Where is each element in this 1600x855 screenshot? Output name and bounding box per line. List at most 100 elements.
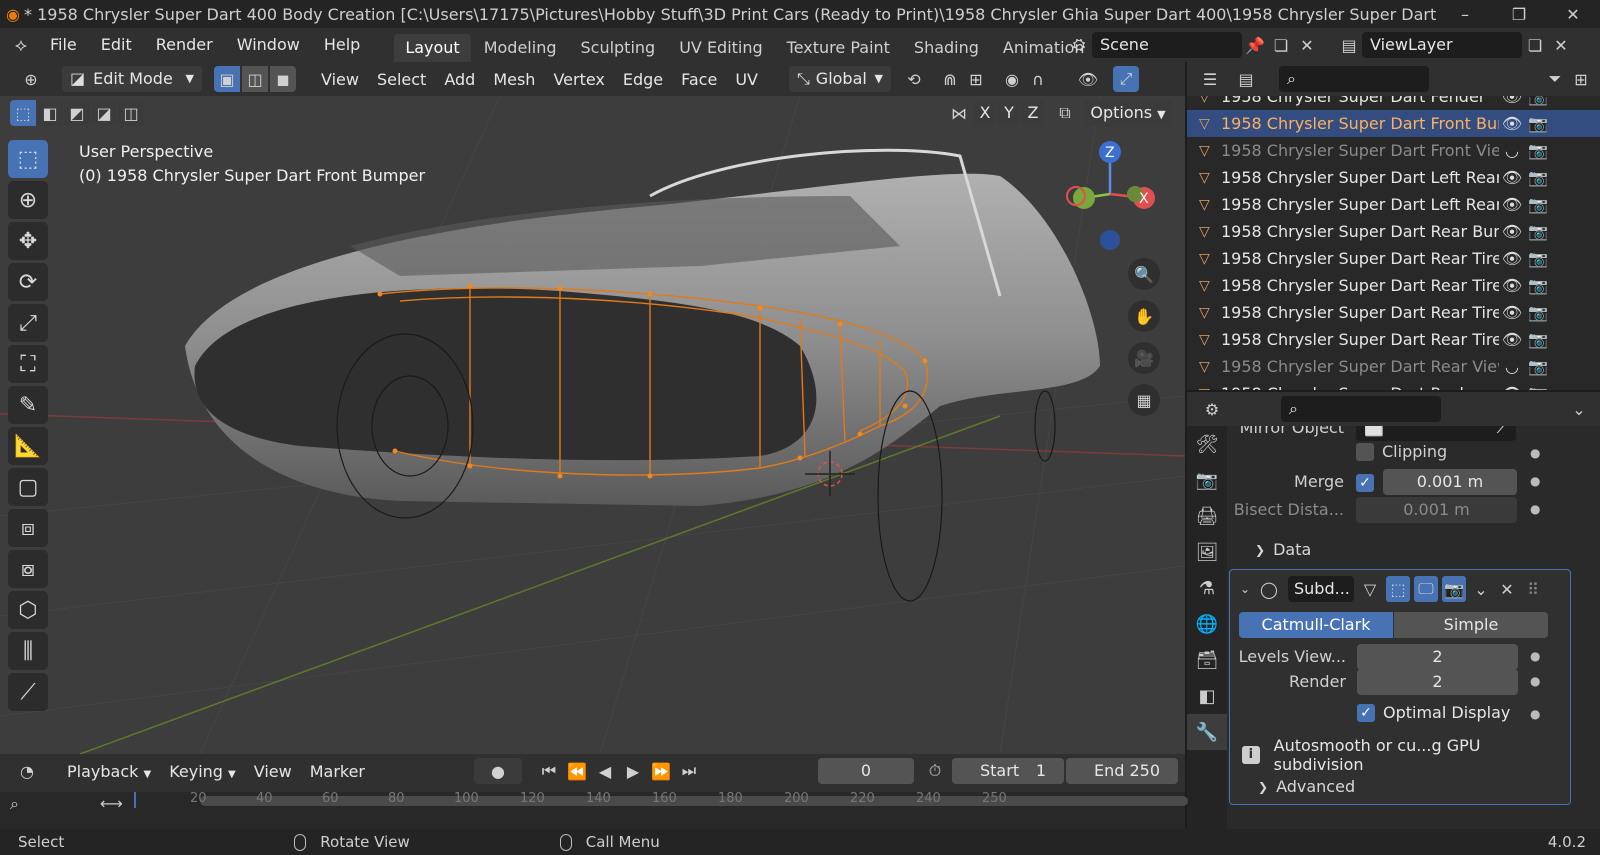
camera-icon[interactable]: 📷 (1525, 357, 1551, 376)
outliner-row[interactable]: ▽ 1958 Chrysler Super Dart Rear View ◡ 📷 (1187, 353, 1600, 380)
select-extend-icon[interactable]: ◧ (37, 100, 63, 126)
current-frame-field[interactable]: 0 (818, 758, 914, 784)
snap-icon[interactable]: ⋒ (937, 66, 963, 92)
measure-tool-icon[interactable]: 📐 (8, 427, 48, 465)
camera-icon[interactable]: 📷 (1525, 168, 1551, 187)
stopwatch-icon[interactable]: ⏱ (922, 758, 948, 784)
levels-viewport-field[interactable]: 2 (1357, 644, 1518, 670)
menu-mesh[interactable]: Mesh (484, 70, 544, 89)
add-cube-tool-icon[interactable]: ▢ (8, 468, 48, 506)
select-subtract-icon[interactable]: ◩ (64, 100, 90, 126)
perspective-grid-icon[interactable]: ▦ (1128, 384, 1160, 416)
chevron-down-icon[interactable]: ⌄ (1236, 576, 1254, 602)
pivot-point-icon[interactable]: ⟲ (901, 66, 927, 92)
extrude-tool-icon[interactable]: ⧈ (8, 509, 48, 547)
transform-tool-icon[interactable]: ⛶ (8, 345, 48, 383)
eye-icon[interactable]: 👁 (1499, 330, 1525, 349)
pin-icon[interactable]: 📌 (1242, 32, 1268, 58)
camera-icon[interactable]: 📷 (1525, 222, 1551, 241)
outliner-row[interactable]: ▽ 1958 Chrysler Super Dart Left Rear Quar… (1187, 191, 1600, 218)
menu-timeline-view[interactable]: View (245, 762, 301, 781)
delete-view-layer-icon[interactable]: ✕ (1548, 32, 1574, 58)
eye-icon[interactable]: 👁 (1499, 303, 1525, 322)
scene-icon[interactable]: ⛭ (1066, 32, 1092, 58)
camera-icon[interactable]: 📷 (1525, 330, 1551, 349)
eye-icon[interactable]: 👁 (1499, 114, 1525, 133)
outliner-editor-icon[interactable]: ☰ (1197, 66, 1223, 92)
drag-handle-icon[interactable]: ⠿ (1522, 576, 1544, 602)
menu-edit[interactable]: Edit (89, 28, 144, 62)
outliner-row[interactable]: ▽ 1958 Chrysler Super Dart Left Rear Quar… (1187, 164, 1600, 191)
tab-modeling[interactable]: Modeling (473, 34, 568, 62)
camera-icon[interactable]: 📷 (1525, 249, 1551, 268)
outliner-row[interactable]: ▽1958 Chrysler Super Dart Rocker👁📷 (1187, 380, 1600, 390)
jump-start-icon[interactable]: ⏮ (536, 758, 562, 784)
timeline-scrubber[interactable]: ⌕ ⟷ 20 40 60 80 100 120 140 160 180 200 220 240 250 (0, 791, 1188, 829)
properties-search-input[interactable]: ⌕ (1281, 396, 1441, 422)
filter-icon[interactable]: ⏷ (1542, 66, 1568, 92)
keyframe-dot-icon[interactable]: ● (1530, 446, 1540, 460)
close-window-button[interactable]: ✕ (1546, 5, 1600, 24)
new-collection-icon[interactable]: ⊞ (1568, 66, 1594, 92)
outliner-row[interactable]: ▽ 1958 Chrysler Super Dart Front Bumper👁📷 (1187, 110, 1600, 137)
bisect-distance-field[interactable]: 0.001 m (1356, 497, 1517, 523)
eye-icon[interactable]: 👁 (1499, 96, 1525, 106)
start-frame-field[interactable]: Start 1 (952, 758, 1064, 784)
knife-tool-icon[interactable]: ⟋ (8, 673, 48, 711)
properties-editor-icon[interactable]: ⚙ (1199, 396, 1225, 422)
delete-scene-icon[interactable]: ✕ (1294, 32, 1320, 58)
select-intersect-icon[interactable]: ◫ (118, 100, 144, 126)
eye-closed-icon[interactable]: ◡ (1499, 357, 1525, 376)
optimal-display-row[interactable]: ✓ Optimal Display (1357, 703, 1510, 722)
render-toggle-icon[interactable]: 📷 (1442, 576, 1466, 602)
blender-menu-icon[interactable]: ⟡ (8, 32, 34, 58)
visibility-icon[interactable]: 👁 (1075, 66, 1101, 92)
vertex-select-icon[interactable]: ▣ (214, 66, 240, 92)
modifier-name-field[interactable]: Subd... (1288, 576, 1354, 602)
loop-cut-tool-icon[interactable]: ⫼ (8, 632, 48, 670)
pan-hand-icon[interactable]: ✋ (1128, 300, 1160, 332)
world-tab-icon[interactable]: 🌐 (1187, 606, 1227, 642)
auto-merge-icon[interactable]: ⧉ (1052, 100, 1078, 126)
view-layer-field[interactable]: ViewLayer (1362, 32, 1522, 58)
advanced-panel-header[interactable]: ❯ Advanced (1258, 777, 1355, 796)
move-tool-icon[interactable]: ✥ (8, 222, 48, 260)
outliner-row[interactable]: ▽ 1958 Chrysler Super Dart Rear Tires 👁 📷 (1187, 245, 1600, 272)
editor-type-icon[interactable]: ⊕ (18, 66, 44, 92)
eye-icon[interactable]: 👁 (1499, 222, 1525, 241)
eye-icon[interactable]: 👁 (1499, 249, 1525, 268)
display-mode-icon[interactable]: ▤ (1233, 66, 1259, 92)
select-new-icon[interactable]: ⬚ (10, 100, 36, 126)
viewport-toggle-icon[interactable]: 🖵 (1414, 576, 1438, 602)
camera-icon[interactable]: 📷 (1525, 141, 1551, 160)
rotate-tool-icon[interactable]: ⟳ (8, 263, 48, 301)
camera-view-icon[interactable]: 🎥 (1128, 342, 1160, 374)
tab-texture-paint[interactable]: Texture Paint (776, 34, 901, 62)
simple-button[interactable]: Simple (1394, 612, 1548, 638)
menu-file[interactable]: File (38, 28, 89, 62)
camera-icon[interactable]: 📷 (1525, 303, 1551, 322)
menu-edge[interactable]: Edge (614, 70, 672, 89)
eye-closed-icon[interactable]: ◡ (1499, 141, 1525, 160)
edit-mode-toggle-icon[interactable]: ▽ (1358, 576, 1382, 602)
new-view-layer-icon[interactable]: ❏ (1522, 32, 1548, 58)
modifier-tab-icon[interactable]: 🔧 (1187, 714, 1227, 750)
scene-name-field[interactable]: Scene (1092, 32, 1242, 58)
outliner-row[interactable]: ▽ 1958 Chrysler Super Dart Rear Tires.003… (1187, 326, 1600, 353)
play-icon[interactable]: ▶ (620, 758, 646, 784)
remove-modifier-icon[interactable]: ✕ (1496, 576, 1518, 602)
select-difference-icon[interactable]: ◪ (91, 100, 117, 126)
menu-marker[interactable]: Marker (301, 762, 374, 781)
menu-playback[interactable]: Playback ▼ (58, 762, 160, 781)
scene-tab-icon[interactable]: ⚗ (1187, 570, 1227, 606)
object-tab-icon[interactable]: ◧ (1187, 678, 1227, 714)
menu-help[interactable]: Help (312, 28, 372, 62)
tab-shading[interactable]: Shading (903, 34, 990, 62)
menu-face[interactable]: Face (672, 70, 726, 89)
clipping-checkbox[interactable] (1356, 442, 1374, 461)
axis-x-button[interactable]: X (974, 100, 996, 126)
merge-checkbox[interactable]: ✓ (1356, 474, 1374, 492)
view-layer-icon[interactable]: ▤ (1336, 32, 1362, 58)
render-tab-icon[interactable]: 📷 (1187, 462, 1227, 498)
jump-end-icon[interactable]: ⏭ (676, 758, 702, 784)
